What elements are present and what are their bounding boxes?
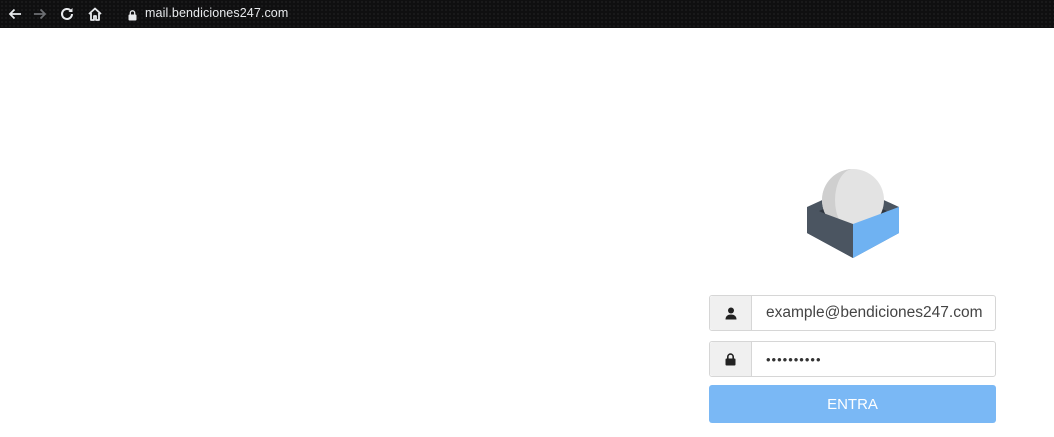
back-icon[interactable] [6,5,24,23]
password-input[interactable] [752,342,995,376]
user-icon [710,296,752,330]
lock-icon [710,342,752,376]
address-bar-url[interactable]: mail.bendiciones247.com [145,6,288,20]
username-field [709,295,996,331]
username-input[interactable] [752,296,995,330]
password-field [709,341,996,377]
login-submit-button[interactable]: ENTRA [709,385,996,423]
reload-icon[interactable] [58,5,76,23]
browser-toolbar: mail.bendiciones247.com [0,0,1054,28]
home-icon[interactable] [86,5,104,23]
roundcube-logo [805,166,901,260]
lock-icon[interactable] [128,8,137,26]
forward-icon[interactable] [31,5,49,23]
